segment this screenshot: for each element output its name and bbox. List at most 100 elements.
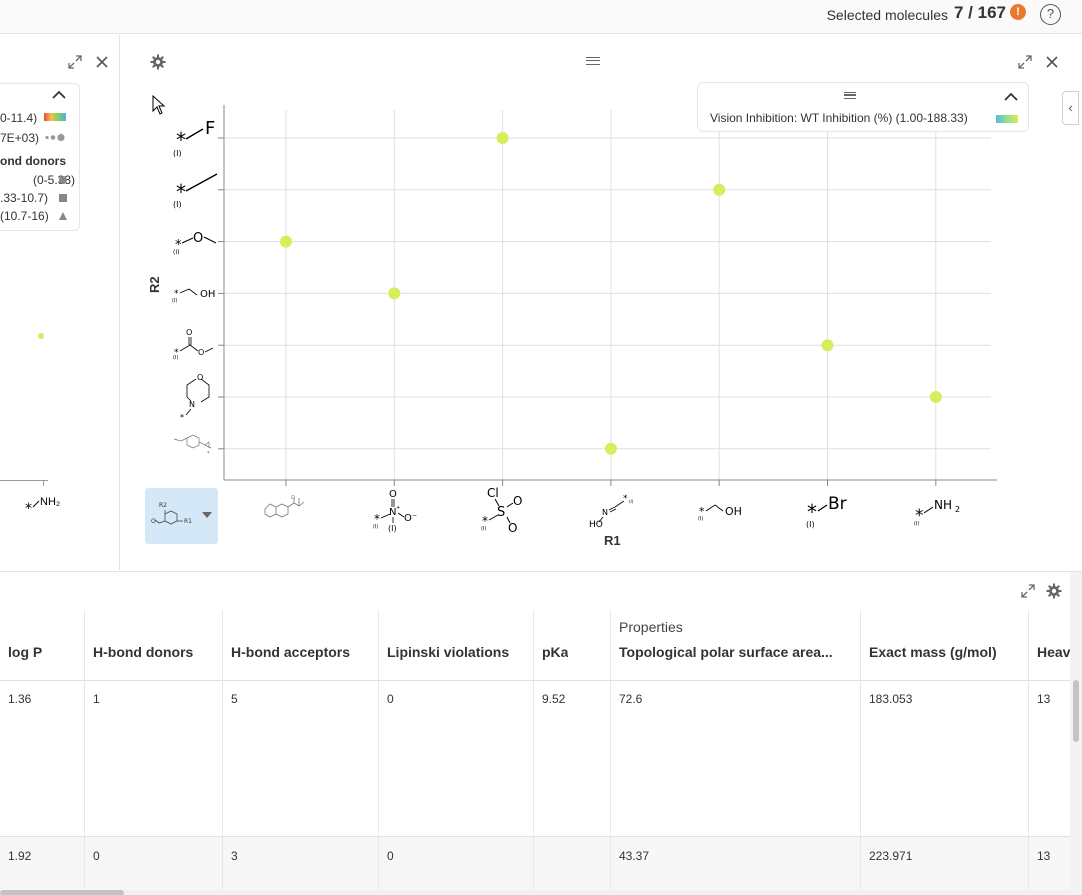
svg-text:2: 2 — [955, 505, 960, 514]
svg-text:(I): (I) — [629, 499, 634, 504]
scatter-point[interactable] — [280, 235, 292, 248]
svg-text:N: N — [602, 508, 608, 517]
properties-table[interactable]: log P 1.36 1.92 H-bond donors 1 0 H-bond… — [0, 610, 1070, 890]
svg-text:O: O — [186, 328, 192, 337]
svg-text:O: O — [513, 494, 522, 508]
left-legend: 0-11.4) 7E+03) ond donors (0-5.33) .33-1… — [0, 83, 80, 231]
column-pka: pKa 9.52 — [534, 610, 611, 890]
left-scatter-panel: 0-11.4) 7E+03) ond donors (0-5.33) .33-1… — [0, 35, 120, 570]
svg-text:(I): (I) — [173, 200, 182, 209]
legend-shape-triangle: (10.7-16) — [0, 209, 49, 223]
r2-tick-methyl-ester: O * (I) O — [173, 328, 214, 361]
column-header[interactable]: Heav — [1037, 644, 1070, 660]
table-cell[interactable]: 72.6 — [619, 692, 642, 706]
svg-text:OH: OH — [725, 505, 742, 518]
legend-title: Vision Inhibition: WT Inhibition (%) (1.… — [710, 111, 968, 125]
table-cell[interactable]: 183.053 — [869, 692, 912, 706]
table-cell[interactable]: 223.971 — [869, 849, 912, 863]
expand-icon[interactable] — [1021, 584, 1035, 598]
svg-text:−: − — [412, 512, 417, 519]
app-root: Selected molecules 7 / 167 ! ? 0-11.4) 7… — [0, 0, 1082, 895]
column-header[interactable]: Lipinski violations — [387, 644, 509, 660]
table-cell[interactable]: 1.92 — [8, 849, 31, 863]
svg-text:NH: NH — [934, 498, 952, 512]
column-header[interactable]: H-bond donors — [93, 644, 193, 660]
svg-text:F: F — [205, 118, 215, 139]
column-header[interactable]: pKa — [542, 644, 568, 660]
column-h-bond-acceptors: H-bond acceptors 5 3 — [223, 610, 379, 890]
core-structure-dropdown[interactable]: R2 O R1 — [145, 488, 218, 544]
color-gradient-swatch — [44, 113, 66, 121]
svg-text:S: S — [497, 505, 505, 520]
svg-text:O: O — [198, 348, 204, 357]
scatter-panel: * (I) F * (I) * (I) O * (I) OH O * (I) O… — [121, 35, 1082, 570]
table-cell[interactable]: 9.52 — [542, 692, 565, 706]
table-cell[interactable]: 0 — [387, 849, 394, 863]
scatter-point[interactable] — [496, 132, 509, 144]
selected-molecules-count: 7 / 167 — [954, 3, 1006, 22]
svg-text:R2: R2 — [159, 502, 167, 509]
legend-shape-circle: (0-5.33) — [33, 173, 76, 187]
svg-text:O: O — [197, 373, 203, 382]
svg-text:(I): (I) — [388, 524, 397, 533]
table-cell[interactable]: 1.36 — [8, 692, 31, 706]
vertical-scrollbar[interactable] — [1070, 572, 1082, 895]
core-structure-icon: R2 O R1 — [151, 502, 192, 525]
r2-tick-hydroxymethyl: * (I) OH — [172, 288, 215, 304]
svg-text:*: * — [180, 413, 184, 421]
svg-text:*: * — [25, 501, 32, 517]
color-gradient-swatch — [996, 115, 1018, 123]
r2-tick-aryl-ester: * — [173, 434, 212, 457]
legend-color-range: 0-11.4) — [0, 111, 38, 125]
svg-text:*: * — [207, 451, 210, 457]
column-header[interactable]: log P — [8, 644, 42, 660]
scatter-point[interactable] — [388, 287, 401, 300]
horizontal-scrollbar[interactable] — [0, 890, 1070, 895]
scrollbar-thumb[interactable] — [1073, 680, 1079, 742]
chevron-down-icon[interactable] — [202, 512, 212, 518]
left-x-axis — [0, 480, 48, 481]
scatter-point[interactable] — [929, 391, 942, 403]
chevron-up-icon[interactable] — [52, 90, 66, 99]
table-cell[interactable]: 0 — [387, 692, 394, 706]
legend-shape-title: ond donors — [0, 154, 66, 168]
table-cell[interactable]: 43.37 — [619, 849, 649, 863]
r2-tick-morpholine: O N * — [180, 373, 210, 421]
svg-text:(I): (I) — [698, 516, 703, 522]
scrollbar-thumb[interactable] — [0, 890, 124, 895]
scatter-point[interactable] — [604, 442, 617, 455]
svg-text:(I): (I) — [373, 524, 378, 530]
table-cell[interactable]: 13 — [1037, 849, 1050, 863]
svg-text:OH: OH — [200, 289, 215, 300]
expand-icon[interactable] — [68, 55, 82, 69]
table-cell[interactable]: 1 — [93, 692, 100, 706]
left-r1-label: NH₂ — [40, 496, 61, 508]
svg-text:O: O — [389, 489, 397, 500]
table-cell[interactable]: 5 — [231, 692, 238, 706]
column-header[interactable]: H-bond acceptors — [231, 644, 350, 660]
svg-text:O: O — [193, 231, 203, 246]
column-header[interactable]: Topological polar surface area... — [619, 644, 855, 660]
svg-text:+: + — [396, 505, 400, 511]
column-heavy-atoms: Heav 13 13 — [1029, 610, 1070, 890]
question-icon[interactable]: ? — [1040, 4, 1061, 25]
svg-text:Cl: Cl — [487, 486, 499, 500]
chevron-up-icon[interactable] — [1004, 92, 1018, 101]
table-cell[interactable]: 13 — [1037, 692, 1050, 706]
r2-tick-methyl: * (I) — [173, 173, 218, 209]
table-cell[interactable]: 3 — [231, 849, 238, 863]
left-scatter-point[interactable] — [37, 332, 45, 340]
table-cell[interactable]: 0 — [93, 849, 100, 863]
column-header[interactable]: Exact mass (g/mol) — [869, 644, 997, 660]
svg-text:HO: HO — [589, 520, 603, 530]
exclamation-icon[interactable]: ! — [1010, 4, 1026, 20]
scatter-point[interactable] — [821, 339, 834, 352]
svg-text:(I): (I) — [806, 520, 815, 529]
drag-handle-icon[interactable] — [844, 92, 856, 99]
column-lipinski-violations: Lipinski violations 0 0 — [379, 610, 534, 890]
close-icon[interactable] — [96, 56, 108, 68]
scatter-point[interactable] — [713, 183, 726, 196]
sidebar-toggle-button[interactable]: ‹ — [1062, 91, 1079, 125]
triangle-shape-icon — [59, 212, 67, 220]
gear-icon[interactable] — [1046, 583, 1062, 599]
